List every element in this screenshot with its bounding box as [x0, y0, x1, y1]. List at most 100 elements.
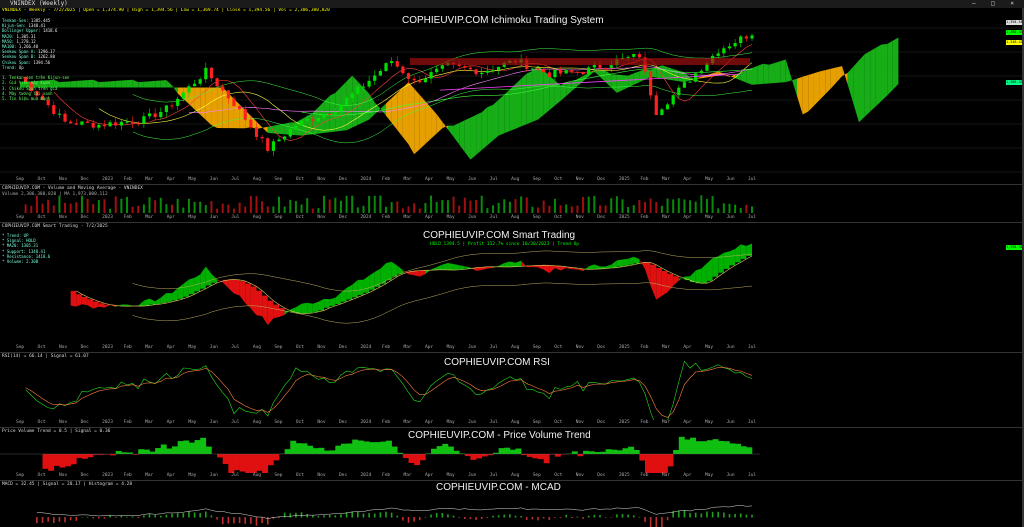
- volume-bar: [334, 197, 337, 213]
- time-axis-label: Oct: [554, 345, 563, 350]
- cloud-segment: [768, 63, 775, 84]
- candle-body: [57, 113, 62, 115]
- pvt-area: [723, 441, 730, 454]
- time-axis-label: Nov: [575, 420, 584, 425]
- time-axis-label: Jul: [489, 420, 498, 425]
- time-axis-label: Sep: [16, 420, 25, 425]
- macd-histogram-bar: [666, 517, 669, 521]
- time-axis-label: Oct: [554, 473, 563, 478]
- macd-histogram-bar: [644, 517, 646, 522]
- candle-body: [322, 113, 326, 118]
- time-axis-label: Jun: [209, 215, 218, 220]
- macd-histogram-bar: [638, 516, 641, 518]
- time-axis-label: 2023: [102, 177, 113, 182]
- smart-area: [549, 265, 555, 274]
- pvt-pane[interactable]: Price Volume Trend = 0.5 | Signal = 0.36…: [0, 428, 1024, 473]
- volume-bar: [582, 197, 585, 213]
- time-axis-label: Nov: [317, 473, 326, 478]
- pvt-area: [183, 440, 190, 454]
- volume-bar: [649, 198, 652, 213]
- time-axis-label: May: [188, 420, 197, 425]
- cloud-segment: [836, 66, 843, 83]
- macd-histogram-bar: [678, 510, 680, 518]
- cloud-segment: [825, 68, 831, 95]
- macd-histogram-bar: [171, 513, 173, 518]
- smart-time-axis: Sep Oct Nov Dec 2023 Feb Mar Apr May Jun Jul Aug Sep…: [0, 345, 1024, 352]
- volume-bar: [125, 196, 128, 213]
- smart-area: [335, 292, 341, 304]
- macd-histogram-bar: [199, 513, 201, 518]
- macd-pane-title: COPHIEUVIP.COM - MCAD: [436, 482, 561, 493]
- pvt-area: [718, 440, 725, 454]
- window-controls[interactable]: – □ ×: [972, 0, 1020, 8]
- cloud-segment: [633, 71, 640, 85]
- pvt-area: [577, 454, 584, 457]
- macd-pane[interactable]: MACD = 32.45 | Signal = 28.17 | Histogra…: [0, 481, 1024, 527]
- time-axis-label: Jun: [726, 420, 735, 425]
- smart-area: [312, 301, 319, 312]
- cloud-segment: [785, 59, 792, 83]
- volume-bar: [745, 204, 748, 213]
- smart-area: [616, 259, 623, 267]
- time-axis-label: May: [446, 215, 455, 220]
- cloud-segment: [442, 121, 448, 130]
- price-pane[interactable]: VNINDEX - Weekly - 7/2/2025 | Open = 1,3…: [0, 8, 1024, 177]
- pvt-area: [222, 454, 229, 465]
- time-axis-label: Jul: [231, 345, 240, 350]
- volume-bar: [328, 199, 331, 213]
- candle-body: [733, 43, 737, 47]
- time-axis-label: Jul: [748, 345, 757, 350]
- smart-area: [605, 264, 612, 269]
- volume-bar: [520, 196, 523, 213]
- pvt-area: [712, 439, 719, 454]
- macd-histogram-bar: [41, 517, 44, 523]
- candle-body: [474, 69, 478, 75]
- macd-histogram-bar: [492, 515, 494, 518]
- time-axis-label: Mar: [403, 420, 412, 425]
- smart-banner: HOLD 1394.5 | Profit 112.7% since 10/30/…: [430, 242, 580, 247]
- macd-histogram-bar: [266, 517, 269, 525]
- candle-body: [356, 86, 360, 94]
- rsi-pane[interactable]: RSI(14) = 66.14 | Signal = 61.07 COPHIEU…: [0, 353, 1024, 420]
- candle-body: [727, 46, 732, 49]
- volume-bar: [390, 202, 393, 213]
- smart-trading-pane[interactable]: COPHIEUVIP.COM Smart Trading - 7/2/2025 …: [0, 223, 1024, 345]
- volume-bar: [137, 205, 140, 213]
- pvt-area: [594, 451, 601, 454]
- smart-area: [98, 303, 105, 308]
- candle-body: [485, 70, 489, 73]
- pvt-area: [611, 449, 618, 454]
- time-axis-label: May: [446, 345, 455, 350]
- rsi-pane-title: COPHIEUVIP.COM RSI: [444, 357, 550, 368]
- volume-bar: [689, 200, 692, 213]
- smart-area: [324, 298, 330, 308]
- macd-histogram-bar: [739, 513, 742, 518]
- pvt-area: [414, 454, 421, 466]
- pvt-header: Price Volume Trend = 0.5 | Signal = 0.36: [2, 429, 111, 434]
- cloud-segment: [566, 82, 572, 96]
- pvt-area: [476, 454, 483, 459]
- volume-pane[interactable]: COPHIEUVIP.COM - Volume and Moving Avera…: [0, 185, 1024, 215]
- macd-histogram-bar: [255, 517, 258, 526]
- candle-body: [373, 75, 377, 81]
- pvt-area: [628, 446, 635, 454]
- volume-bar: [700, 195, 703, 213]
- cloud-segment: [492, 99, 499, 141]
- time-axis-label: Aug: [252, 473, 261, 478]
- smart-area: [363, 275, 370, 293]
- time-axis-label: Apr: [425, 420, 434, 425]
- volume-bar: [728, 203, 731, 213]
- macd-histogram-bar: [216, 517, 218, 520]
- candle-body: [277, 139, 281, 142]
- pvt-area: [386, 440, 392, 454]
- pvt-area: [290, 440, 297, 454]
- cloud-segment: [476, 112, 482, 155]
- macd-histogram-bar: [407, 517, 410, 523]
- smart-area: [459, 265, 465, 270]
- macd-histogram-bar: [447, 514, 449, 518]
- volume-bar: [244, 206, 247, 213]
- cloud-segment: [87, 79, 94, 88]
- time-axis-label: Jul: [748, 215, 757, 220]
- volume-bar: [306, 198, 309, 213]
- pvt-area: [369, 442, 376, 454]
